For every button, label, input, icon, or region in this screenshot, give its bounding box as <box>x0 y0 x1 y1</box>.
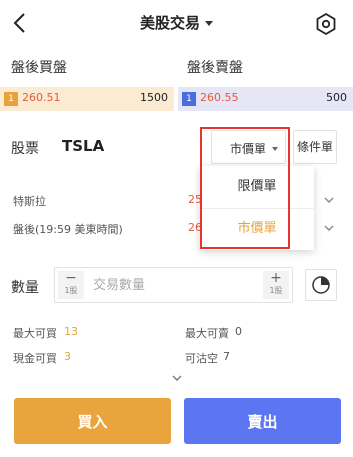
cash-buy-label: 現金可買 <box>13 352 57 365</box>
quantity-stepper: − 1股 + 1股 <box>54 267 293 303</box>
highlight-box <box>200 127 290 249</box>
caret-down-icon <box>205 21 213 26</box>
short-sell-value: 7 <box>223 350 230 363</box>
max-buy-value: 13 <box>64 325 78 338</box>
bid-size: 1500 <box>140 91 168 104</box>
expand-chevron-icon[interactable] <box>171 373 183 383</box>
market-selector[interactable]: 美股交易 <box>0 12 353 33</box>
page-title: 美股交易 <box>139 14 200 32</box>
ask-level-badge: 1 <box>182 92 196 106</box>
short-sell-label: 可沽空 <box>185 352 218 365</box>
quote-row: 1 260.51 1500 1 260.55 500 <box>0 87 353 111</box>
app-header: 美股交易 <box>0 0 353 46</box>
quantity-input[interactable] <box>93 276 253 294</box>
chevron-down-icon[interactable] <box>323 194 335 206</box>
after-hours-bid-label: 盤後買盤 <box>11 60 67 76</box>
ask-price: 260.55 <box>200 91 239 104</box>
bid-quote[interactable]: 1 260.51 1500 <box>0 87 174 111</box>
increment-button[interactable]: + 1股 <box>263 271 289 299</box>
buy-button[interactable]: 買入 <box>14 398 171 444</box>
pie-chart-icon <box>312 276 330 294</box>
settings-button[interactable] <box>315 12 337 36</box>
decrement-button[interactable]: − 1股 <box>58 271 84 299</box>
lot-size-label: 1股 <box>64 286 78 295</box>
plus-icon: + <box>270 270 282 286</box>
stock-name: 特斯拉 <box>13 195 46 208</box>
position-ratio-button[interactable] <box>305 269 337 301</box>
bid-level-badge: 1 <box>4 92 18 106</box>
after-hours-ask-label: 盤後賣盤 <box>187 60 243 76</box>
stock-code[interactable]: TSLA <box>62 137 104 155</box>
ask-quote[interactable]: 1 260.55 500 <box>178 87 353 111</box>
minus-icon: − <box>65 270 77 286</box>
lot-size-label: 1股 <box>269 286 283 295</box>
max-buy-label: 最大可買 <box>13 327 57 340</box>
gear-icon <box>316 12 336 36</box>
conditional-order-button[interactable]: 條件單 <box>293 130 337 164</box>
max-sell-label: 最大可賣 <box>185 327 229 340</box>
max-sell-value: 0 <box>235 325 242 338</box>
cash-buy-value: 3 <box>64 350 71 363</box>
chevron-down-icon[interactable] <box>323 222 335 234</box>
after-hours-time: 盤後(19:59 美東時間) <box>13 223 123 236</box>
quantity-label: 數量 <box>11 280 39 296</box>
ask-size: 500 <box>326 91 347 104</box>
stock-label: 股票 <box>11 141 39 157</box>
bid-price: 260.51 <box>22 91 61 104</box>
sell-button[interactable]: 賣出 <box>184 398 341 444</box>
